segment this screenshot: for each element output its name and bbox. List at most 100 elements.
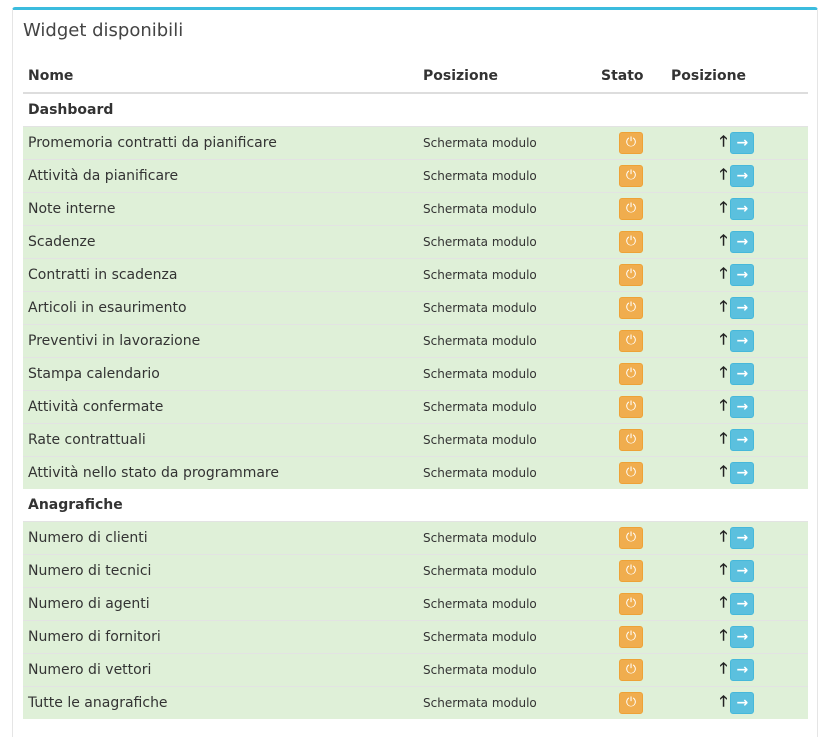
table-row: Numero di clienti Schermata modulo ⏻ 🡑 → xyxy=(23,521,808,555)
order-cell: 🡑 → xyxy=(666,456,808,489)
status-cell: ⏻ xyxy=(596,159,666,193)
table-row: Attività nello stato da programmare Scher… xyxy=(23,456,808,489)
arrow-up-icon[interactable]: 🡑 xyxy=(720,559,728,584)
power-icon[interactable]: ⏻ xyxy=(619,231,643,253)
arrow-up-icon[interactable]: 🡑 xyxy=(720,296,728,321)
order-cell: 🡑 → xyxy=(666,192,808,226)
power-icon[interactable]: ⏻ xyxy=(619,560,643,582)
arrow-right-icon[interactable]: → xyxy=(730,527,755,549)
arrow-right-icon[interactable]: → xyxy=(730,330,755,352)
widget-position: Schermata modulo xyxy=(418,686,596,719)
header-order: Posizione xyxy=(666,60,808,94)
arrow-up-icon[interactable]: 🡑 xyxy=(720,625,728,650)
table-row: Numero di agenti Schermata modulo ⏻ 🡑 → xyxy=(23,587,808,621)
power-icon[interactable]: ⏻ xyxy=(619,165,643,187)
widget-position: Schermata modulo xyxy=(418,554,596,588)
power-icon[interactable]: ⏻ xyxy=(619,527,643,549)
order-cell: 🡑 → xyxy=(666,620,808,654)
power-icon[interactable]: ⏻ xyxy=(619,297,643,319)
arrow-up-icon[interactable]: 🡑 xyxy=(720,329,728,354)
arrow-right-icon[interactable]: → xyxy=(730,165,755,187)
arrow-right-icon[interactable]: → xyxy=(730,692,755,714)
status-cell: ⏻ xyxy=(596,192,666,226)
widget-position: Schermata modulo xyxy=(418,126,596,160)
power-icon[interactable]: ⏻ xyxy=(619,429,643,451)
widget-position: Schermata modulo xyxy=(418,390,596,424)
arrow-right-icon[interactable]: → xyxy=(730,198,755,220)
widget-position: Schermata modulo xyxy=(418,587,596,621)
power-icon[interactable]: ⏻ xyxy=(619,692,643,714)
widget-position: Schermata modulo xyxy=(418,521,596,555)
power-icon[interactable]: ⏻ xyxy=(619,593,643,615)
power-icon[interactable]: ⏻ xyxy=(619,363,643,385)
widget-position: Schermata modulo xyxy=(418,456,596,489)
power-icon[interactable]: ⏻ xyxy=(619,132,643,154)
table-row: Stampa calendario Schermata modulo ⏻ 🡑 → xyxy=(23,357,808,391)
order-cell: 🡑 → xyxy=(666,686,808,719)
arrow-up-icon[interactable]: 🡑 xyxy=(720,428,728,453)
power-icon[interactable]: ⏻ xyxy=(619,396,643,418)
power-icon[interactable]: ⏻ xyxy=(619,264,643,286)
power-icon[interactable]: ⏻ xyxy=(619,462,643,484)
arrow-up-icon[interactable]: 🡑 xyxy=(720,592,728,617)
status-cell: ⏻ xyxy=(596,357,666,391)
arrow-right-icon[interactable]: → xyxy=(730,264,755,286)
table-row: Numero di vettori Schermata modulo ⏻ 🡑 → xyxy=(23,653,808,687)
arrow-up-icon[interactable]: 🡑 xyxy=(720,263,728,288)
arrow-up-icon[interactable]: 🡑 xyxy=(720,691,728,716)
arrow-up-icon[interactable]: 🡑 xyxy=(720,526,728,551)
widget-name: Promemoria contratti da pianificare xyxy=(23,126,418,160)
order-cell: 🡑 → xyxy=(666,225,808,259)
arrow-right-icon[interactable]: → xyxy=(730,626,755,648)
status-cell: ⏻ xyxy=(596,126,666,160)
arrow-up-icon[interactable]: 🡑 xyxy=(720,131,728,156)
status-cell: ⏻ xyxy=(596,390,666,424)
widget-name: Articoli in esaurimento xyxy=(23,291,418,325)
widget-position: Schermata modulo xyxy=(418,225,596,259)
arrow-right-icon[interactable]: → xyxy=(730,560,755,582)
status-cell: ⏻ xyxy=(596,653,666,687)
arrow-up-icon[interactable]: 🡑 xyxy=(720,658,728,683)
status-cell: ⏻ xyxy=(596,686,666,719)
widget-position: Schermata modulo xyxy=(418,159,596,193)
arrow-right-icon[interactable]: → xyxy=(730,396,755,418)
panel-title: Widget disponibili xyxy=(23,20,184,41)
power-icon[interactable]: ⏻ xyxy=(619,659,643,681)
table-row: Articoli in esaurimento Schermata modulo ⏻… xyxy=(23,291,808,325)
widget-position: Schermata modulo xyxy=(418,423,596,457)
table-row: Rate contrattuali Schermata modulo ⏻ 🡑 → xyxy=(23,423,808,457)
widget-name: Preventivi in lavorazione xyxy=(23,324,418,358)
widgets-table: Nome Posizione Stato Posizione Dashboard… xyxy=(23,60,808,719)
arrow-right-icon[interactable]: → xyxy=(730,363,755,385)
arrow-right-icon[interactable]: → xyxy=(730,231,755,253)
arrow-up-icon[interactable]: 🡑 xyxy=(720,164,728,189)
table-row: Promemoria contratti da pianificare Scher… xyxy=(23,126,808,160)
arrow-right-icon[interactable]: → xyxy=(730,297,755,319)
status-cell: ⏻ xyxy=(596,225,666,259)
order-cell: 🡑 → xyxy=(666,390,808,424)
arrow-right-icon[interactable]: → xyxy=(730,659,755,681)
widget-name: Attività nello stato da programmare xyxy=(23,456,418,489)
power-icon[interactable]: ⏻ xyxy=(619,626,643,648)
widget-position: Schermata modulo xyxy=(418,357,596,391)
power-icon[interactable]: ⏻ xyxy=(619,330,643,352)
widget-position: Schermata modulo xyxy=(418,291,596,325)
group-row: Anagrafiche xyxy=(23,489,808,522)
status-cell: ⏻ xyxy=(596,456,666,489)
arrow-right-icon[interactable]: → xyxy=(730,132,755,154)
arrow-up-icon[interactable]: 🡑 xyxy=(720,362,728,387)
arrow-right-icon[interactable]: → xyxy=(730,593,755,615)
table-row: Attività confermate Schermata modulo ⏻ 🡑 → xyxy=(23,390,808,424)
arrow-up-icon[interactable]: 🡑 xyxy=(720,395,728,420)
widget-name: Attività confermate xyxy=(23,390,418,424)
table-row: Note interne Schermata modulo ⏻ 🡑 → xyxy=(23,192,808,226)
arrow-up-icon[interactable]: 🡑 xyxy=(720,230,728,255)
arrow-right-icon[interactable]: → xyxy=(730,462,755,484)
arrow-up-icon[interactable]: 🡑 xyxy=(720,461,728,486)
power-icon[interactable]: ⏻ xyxy=(619,198,643,220)
arrow-up-icon[interactable]: 🡑 xyxy=(720,197,728,222)
arrow-right-icon[interactable]: → xyxy=(730,429,755,451)
widget-name: Stampa calendario xyxy=(23,357,418,391)
group-label: Dashboard xyxy=(23,93,808,127)
order-cell: 🡑 → xyxy=(666,357,808,391)
